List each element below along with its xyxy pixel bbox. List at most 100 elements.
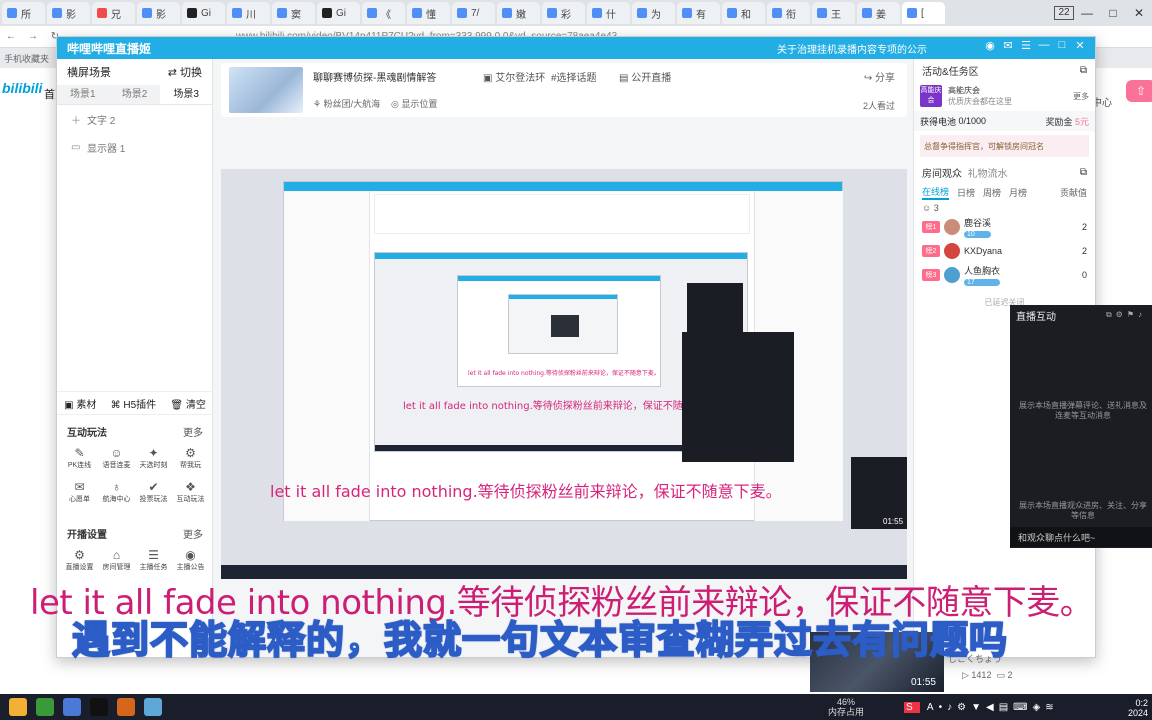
browser-tab[interactable]: 影: [47, 2, 90, 24]
tool-button[interactable]: ♁ 航海中心: [98, 475, 135, 509]
activity-more-button[interactable]: 更多: [1073, 91, 1089, 102]
clear-button[interactable]: 🗑 清空: [170, 396, 205, 411]
reward-value[interactable]: 5元: [1075, 115, 1089, 128]
browser-tab[interactable]: 为: [632, 2, 675, 24]
browser-tab[interactable]: 姜: [857, 2, 900, 24]
tab-scene-2[interactable]: 场景2: [109, 85, 161, 104]
tool-button[interactable]: ⌂ 房间管理: [98, 543, 135, 577]
browser-tab[interactable]: 懂: [407, 2, 450, 24]
tool-button[interactable]: ✉ 心愿单: [61, 475, 98, 509]
tool-button[interactable]: ◉ 主播公告: [172, 543, 209, 577]
minimize-button[interactable]: —: [1074, 6, 1100, 20]
activity-card[interactable]: 高能庆会 高能庆会 优质庆会都在这里 更多: [920, 81, 1089, 111]
system-clock[interactable]: 0:2 2024: [1128, 698, 1148, 718]
browser-tab[interactable]: 《: [362, 2, 405, 24]
settings-more-button[interactable]: 更多: [183, 526, 203, 541]
room-tag-public[interactable]: ▤ 公开直播: [619, 69, 671, 84]
scene-switch-button[interactable]: ⇄ 切换: [168, 64, 202, 80]
taskbar-app-icon[interactable]: [117, 698, 135, 716]
show-position-button[interactable]: ◎ 显示位置: [391, 97, 437, 110]
avatar-icon[interactable]: ◉: [981, 39, 999, 52]
studio-notice[interactable]: 关于治理挂机录播内容专项的公示: [777, 41, 927, 56]
interact-more-button[interactable]: 更多: [183, 424, 203, 439]
taskbar-app-icon[interactable]: [9, 698, 27, 716]
tab-scene-3[interactable]: 场景3: [160, 85, 213, 104]
browser-tab[interactable]: Gi: [317, 2, 360, 24]
browser-tab[interactable]: 彩: [542, 2, 585, 24]
taskbar-app-icon[interactable]: [36, 698, 54, 716]
nested-interact-panel-large: [682, 332, 794, 462]
studio-close-button[interactable]: ✕: [1071, 39, 1089, 52]
room-tag-game[interactable]: ▣ 艾尔登法环: [483, 69, 545, 84]
source-item-display[interactable]: ▭ 显示器 1: [57, 133, 212, 161]
bookmark-bar: 手机收藏夹: [0, 48, 60, 68]
room-cover[interactable]: [229, 67, 303, 113]
browser-tab[interactable]: 衔: [767, 2, 810, 24]
room-tag-topic[interactable]: #选择话题: [551, 69, 597, 84]
browser-tab[interactable]: 影: [137, 2, 180, 24]
tool-button[interactable]: ❖ 互动玩法: [172, 475, 209, 509]
browser-tab[interactable]: 7/: [452, 2, 495, 24]
mail-icon[interactable]: ✉: [999, 39, 1017, 52]
fans-button[interactable]: ⚘ 粉丝团/大航海: [313, 97, 380, 110]
browser-tab[interactable]: [: [902, 2, 945, 24]
browser-tab[interactable]: 窦: [272, 2, 315, 24]
tool-button[interactable]: ✔ 投票玩法: [135, 475, 172, 509]
tool-button[interactable]: ✦ 天选时刻: [135, 441, 172, 475]
forward-icon[interactable]: →: [22, 31, 44, 42]
tool-button[interactable]: ✎ PK连线: [61, 441, 98, 475]
viewer-row[interactable]: 榜3 人鱼胸衣 17 0: [914, 263, 1095, 287]
preview-overlay-time: 01:55: [883, 517, 904, 526]
audience-expand-icon[interactable]: ⧉: [1080, 167, 1087, 178]
tab-count-badge[interactable]: 22: [1054, 6, 1074, 20]
taskbar-app-icon[interactable]: [63, 698, 81, 716]
menu-icon[interactable]: ☰: [1017, 39, 1035, 52]
browser-tab[interactable]: 嫩: [497, 2, 540, 24]
activity-expand-icon[interactable]: ⧉: [1080, 65, 1087, 76]
browser-tab[interactable]: 有: [677, 2, 720, 24]
bookmark-item[interactable]: 手机收藏夹: [4, 54, 49, 64]
tab-monthly[interactable]: 月榜: [1009, 186, 1027, 199]
audience-title[interactable]: 房间观众: [922, 169, 962, 180]
memory-indicator[interactable]: 46% 内存占用: [828, 697, 864, 717]
gift-stream-tab[interactable]: 礼物流水: [968, 169, 1008, 180]
viewer-row[interactable]: 榜2 KXDyana 2: [914, 239, 1095, 263]
tab-scene-1[interactable]: 场景1: [57, 85, 109, 104]
chat-input[interactable]: 和观众聊点什么吧~: [1010, 527, 1152, 547]
tool-button[interactable]: ☰ 主播任务: [135, 543, 172, 577]
browser-tab[interactable]: 所: [2, 2, 45, 24]
tray-icons[interactable]: S A•♪⚙▼◀▤⌨◈≋: [904, 701, 1059, 713]
live-preview[interactable]: let it all fade into nothing.等待侦探粉丝前来辩论，…: [221, 169, 907, 579]
tool-button[interactable]: ☺ 语音连麦: [98, 441, 135, 475]
room-title[interactable]: 聊聊赛博侦探-黑魂剧情解答: [313, 69, 436, 84]
back-icon[interactable]: ←: [0, 31, 22, 42]
close-button[interactable]: ✕: [1126, 6, 1152, 20]
contribution-sort[interactable]: 贡献值: [1060, 186, 1087, 199]
maximize-button[interactable]: □: [1100, 6, 1126, 20]
share-button[interactable]: ↪ 分享: [864, 69, 895, 84]
taskbar-app-icon[interactable]: [144, 698, 162, 716]
upload-button[interactable]: ⇧: [1126, 80, 1152, 102]
commander-banner[interactable]: 总督争得指挥官，可解锁房间冠名: [920, 135, 1089, 157]
viewer-row[interactable]: 榜1 鹿谷溪 10 2: [914, 215, 1095, 239]
bilibili-logo[interactable]: bilibili: [2, 80, 42, 96]
rank-badge: 榜3: [922, 269, 940, 281]
browser-tab[interactable]: 兄: [92, 2, 135, 24]
tool-button[interactable]: ⚙ 帮我玩: [172, 441, 209, 475]
taskbar-app-icon[interactable]: [90, 698, 108, 716]
source-item-text[interactable]: ＋ 文字 2: [57, 105, 212, 133]
tab-online[interactable]: 在线榜: [922, 185, 950, 200]
h5-plugin-button[interactable]: ⌘ H5插件: [111, 396, 157, 411]
browser-tab[interactable]: 王: [812, 2, 855, 24]
tool-button[interactable]: ⚙ 直播设置: [61, 543, 98, 577]
browser-tab[interactable]: 什: [587, 2, 630, 24]
browser-tab[interactable]: 川: [227, 2, 270, 24]
interaction-tool-icons[interactable]: ⧉⚙⚑♪: [1106, 310, 1146, 320]
tab-daily[interactable]: 日榜: [957, 186, 975, 199]
browser-tab[interactable]: Gi: [182, 2, 225, 24]
material-button[interactable]: ▣ 素材: [64, 396, 96, 411]
browser-tab[interactable]: 和: [722, 2, 765, 24]
studio-minimize-button[interactable]: —: [1035, 39, 1053, 52]
tab-weekly[interactable]: 周榜: [983, 186, 1001, 199]
studio-maximize-button[interactable]: □: [1053, 39, 1071, 52]
